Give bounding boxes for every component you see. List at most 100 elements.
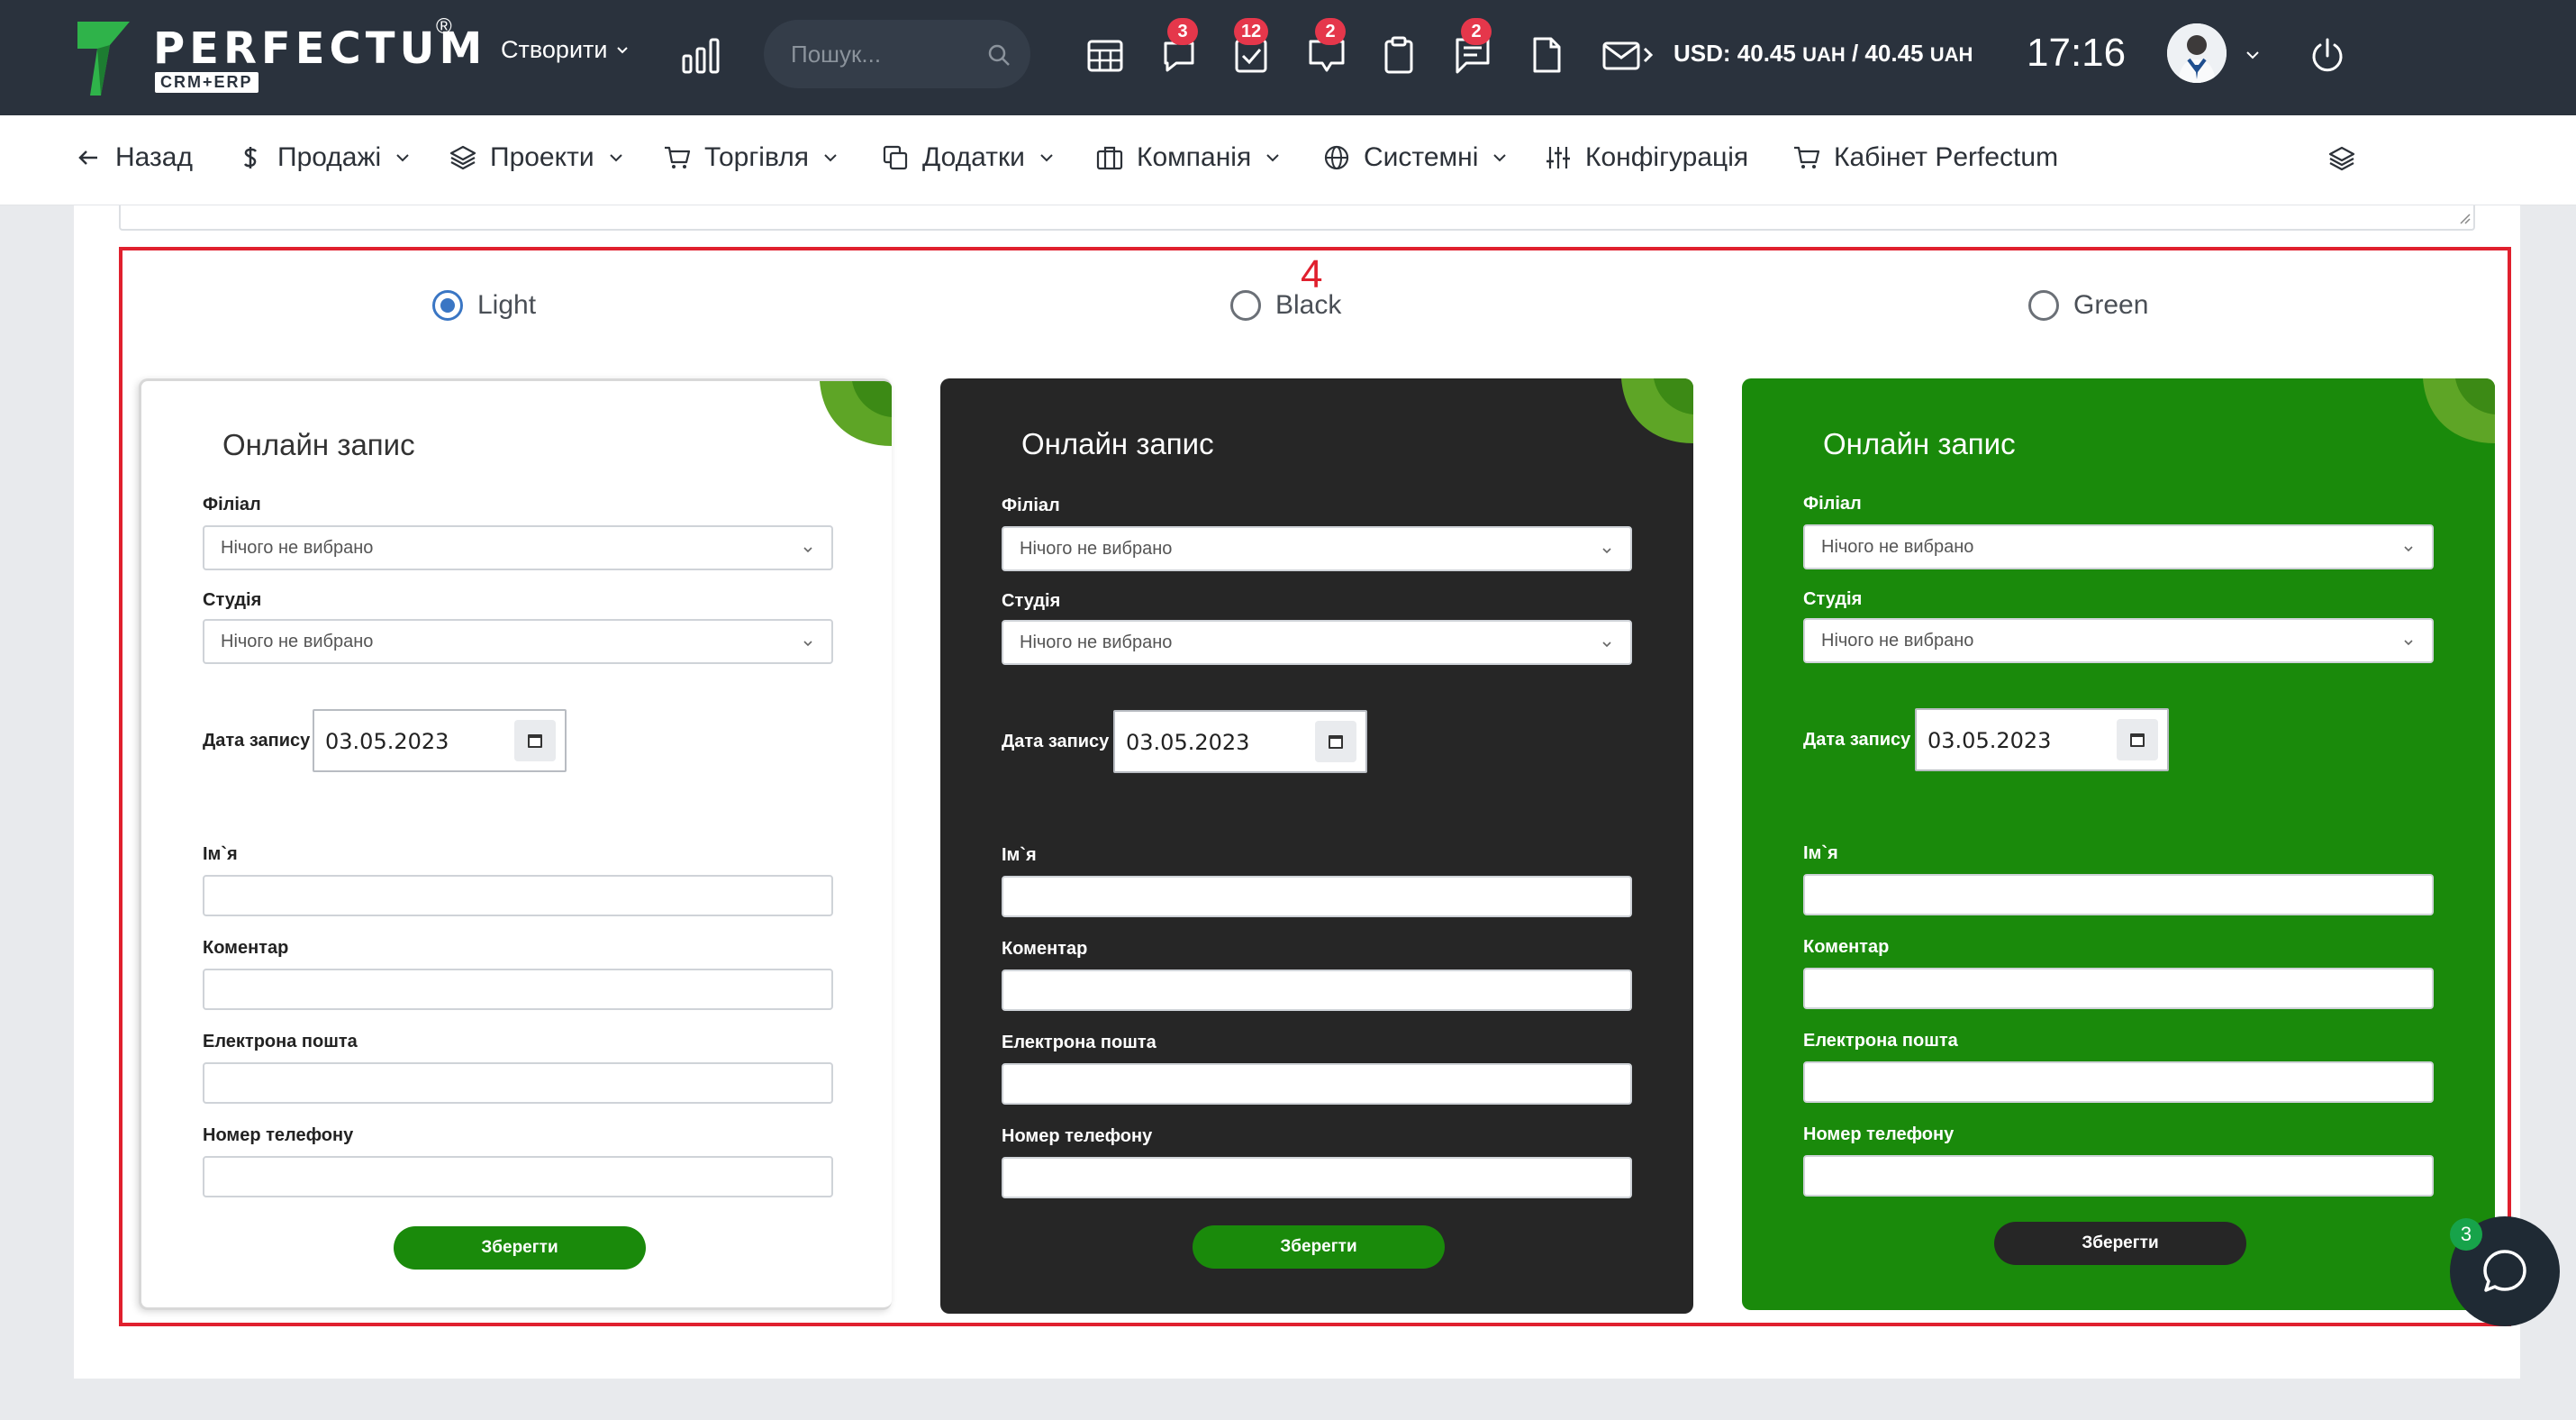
comment-input[interactable] — [1002, 969, 1632, 1011]
radio-black[interactable] — [1230, 290, 1261, 321]
phone-input[interactable] — [1803, 1155, 2434, 1197]
create-label: Створити — [501, 36, 608, 63]
branch-label: Філіал — [1803, 494, 1862, 514]
studio-select[interactable]: Нічого не вибрано — [1002, 620, 1632, 665]
comments-notifications[interactable]: 2 — [1306, 18, 1347, 76]
top-bar: PERFECTUM ® CRM+ERP Створити 3 12 2 — [0, 0, 2576, 115]
branch-select[interactable]: Нічого не вибрано — [1803, 524, 2434, 569]
nav-trade[interactable]: Торгівля — [663, 142, 838, 173]
studio-select[interactable]: Нічого не вибрано — [203, 619, 833, 664]
radio-green[interactable] — [2028, 290, 2059, 321]
calendar-icon — [528, 734, 542, 748]
leaf-decoration-icon — [1621, 378, 1693, 443]
arrow-left-icon — [78, 150, 97, 165]
email-label: Електрона пошта — [1803, 1031, 1958, 1051]
copy-icon — [883, 145, 908, 170]
briefcase-icon — [1096, 146, 1123, 170]
document-icon[interactable] — [1526, 34, 1567, 76]
chat-notifications[interactable]: 3 — [1158, 18, 1200, 76]
chevron-down-icon — [609, 154, 622, 162]
radio-light[interactable] — [432, 290, 463, 321]
leaf-decoration-icon — [2423, 378, 2495, 443]
chat-badge: 3 — [1167, 18, 1198, 45]
nav-cabinet[interactable]: Кабінет Perfectum — [1792, 142, 2058, 173]
theme-option-black[interactable]: Black — [1230, 290, 1341, 321]
nav-config[interactable]: Конфігурація — [1544, 142, 1748, 173]
search-input[interactable] — [791, 36, 971, 72]
calendar-icon[interactable] — [1084, 34, 1126, 76]
save-button[interactable]: Зберегти — [1994, 1222, 2246, 1265]
calendar-icon — [2130, 733, 2145, 747]
name-input[interactable] — [1002, 876, 1632, 917]
mail-icon[interactable] — [1601, 34, 1655, 76]
user-avatar[interactable] — [2167, 23, 2227, 83]
nav-company[interactable]: Компанія — [1095, 142, 1280, 173]
save-button[interactable]: Зберегти — [1193, 1225, 1445, 1269]
logo-registered: ® — [436, 14, 452, 39]
textarea-bottom-edge[interactable] — [119, 205, 2475, 231]
name-input[interactable] — [1803, 874, 2434, 915]
nav-sales[interactable]: Продажі — [236, 142, 410, 173]
studio-label: Студія — [203, 590, 262, 610]
search-box — [764, 20, 1030, 88]
user-avatar-icon — [2167, 23, 2227, 83]
date-label: Дата запису — [1002, 732, 1110, 751]
date-input[interactable]: 03.05.2023 — [1915, 708, 2169, 771]
form-title: Онлайн запис — [222, 428, 415, 461]
branch-select[interactable]: Нічого не вибрано — [1002, 526, 1632, 571]
email-input[interactable] — [203, 1062, 833, 1104]
nav-system[interactable]: Системні — [1322, 142, 1507, 173]
comment-input[interactable] — [203, 969, 833, 1010]
branch-label: Філіал — [203, 495, 261, 514]
branch-select[interactable]: Нічого не вибрано — [203, 525, 833, 570]
date-input[interactable]: 03.05.2023 — [1113, 710, 1367, 773]
messages-notifications[interactable]: 2 — [1452, 18, 1493, 76]
email-input[interactable] — [1803, 1061, 2434, 1103]
clipboard-icon[interactable] — [1378, 34, 1420, 76]
comment-label: Коментар — [1002, 939, 1088, 959]
comment-label: Коментар — [1803, 937, 1890, 957]
studio-select[interactable]: Нічого не вибрано — [1803, 618, 2434, 663]
name-input[interactable] — [203, 875, 833, 916]
date-label: Дата запису — [203, 731, 311, 751]
date-value: 03.05.2023 — [325, 729, 449, 754]
phone-input[interactable] — [203, 1156, 833, 1197]
calendar-picker-button[interactable] — [2117, 719, 2158, 760]
save-button[interactable]: Зберегти — [394, 1226, 646, 1270]
cart-icon — [665, 146, 691, 168]
phone-input[interactable] — [1002, 1157, 1632, 1198]
theme-option-green[interactable]: Green — [2028, 290, 2148, 321]
calendar-picker-button[interactable] — [514, 720, 556, 761]
nav-back[interactable]: Назад — [74, 142, 193, 173]
nav-addons[interactable]: Додатки — [881, 142, 1054, 173]
layers-toggle-icon[interactable] — [2327, 144, 2356, 173]
leaf-decoration-icon — [820, 381, 892, 446]
theme-option-light[interactable]: Light — [432, 290, 536, 321]
date-input[interactable]: 03.05.2023 — [313, 709, 567, 772]
tasks-notifications[interactable]: 12 — [1230, 18, 1272, 76]
chevron-down-icon — [1040, 154, 1053, 162]
chevron-down-icon — [617, 46, 629, 53]
nav-projects[interactable]: Проекти — [449, 142, 623, 173]
main-nav: Назад Продажі Проекти Торгівля Додатки К… — [0, 115, 2576, 205]
date-value: 03.05.2023 — [1927, 728, 2052, 753]
email-input[interactable] — [1002, 1063, 1632, 1105]
branch-label: Філіал — [1002, 496, 1060, 515]
power-icon[interactable] — [2308, 36, 2347, 76]
resize-grip-icon[interactable] — [2457, 211, 2472, 225]
cart-icon — [1794, 146, 1820, 168]
bar-chart-icon[interactable] — [681, 36, 721, 76]
calendar-picker-button[interactable] — [1315, 721, 1356, 762]
chat-bubble-icon — [2483, 1250, 2526, 1292]
perfectum-logo[interactable]: PERFECTUM ® CRM+ERP — [74, 14, 482, 101]
preview-card-green: Онлайн запис Філіал Нічого не вибрано Ст… — [1742, 378, 2495, 1310]
studio-label: Студія — [1803, 589, 1863, 609]
chevron-down-icon — [1602, 642, 1611, 648]
globe-icon — [1324, 145, 1349, 170]
chevron-down-icon — [1493, 154, 1507, 162]
comment-input[interactable] — [1803, 968, 2434, 1009]
chevron-down-icon — [1602, 548, 1611, 554]
search-icon[interactable] — [987, 43, 1011, 67]
create-menu-button[interactable]: Створити — [501, 36, 629, 64]
chevron-down-icon[interactable] — [2245, 47, 2261, 63]
